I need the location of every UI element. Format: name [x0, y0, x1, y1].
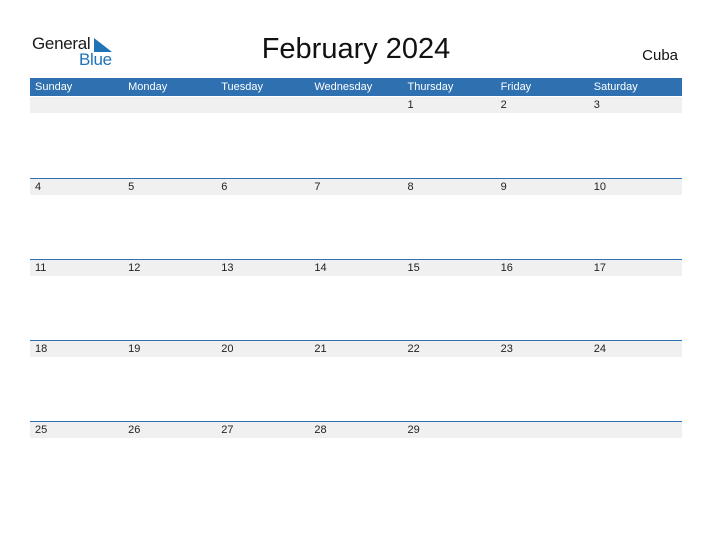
day-cell: 19: [128, 343, 141, 355]
day-cell: [30, 97, 123, 113]
week-row: 1 2 3: [30, 97, 682, 178]
day-cell: 13: [221, 262, 234, 274]
day-cell: 21: [314, 343, 327, 355]
day-cell: 22: [407, 343, 420, 355]
day-cell: 3: [593, 99, 600, 111]
day-cell: 11: [35, 262, 47, 274]
week-row: 4 5 6 7 8 9 10: [30, 178, 682, 259]
calendar-title: February 2024: [261, 33, 451, 65]
weekday-friday: Friday: [500, 81, 532, 93]
day-cell: [216, 97, 309, 113]
week-row: 25 26 27 28 29: [30, 421, 682, 502]
week-row: 18 19 20 21 22 23 24: [30, 340, 682, 421]
day-cell: 4: [35, 181, 42, 193]
day-cell: 18: [35, 343, 48, 355]
day-cell: 28: [314, 424, 327, 436]
day-cell: 1: [407, 99, 414, 111]
day-cell: 14: [314, 262, 327, 274]
day-cell: 29: [407, 424, 420, 436]
day-cell: 2: [500, 99, 507, 111]
date-strip: 18 19 20 21 22 23 24: [30, 340, 682, 357]
weekday-thursday: Thursday: [407, 81, 454, 93]
day-cell: 10: [593, 181, 606, 193]
day-cell: 6: [221, 181, 228, 193]
day-cell: 8: [407, 181, 414, 193]
day-cell: [496, 422, 589, 438]
day-cell: 7: [314, 181, 321, 193]
weekday-tuesday: Tuesday: [221, 81, 264, 93]
week-row: 11 12 13 14 15 16 17: [30, 259, 682, 340]
day-cell: 27: [221, 424, 234, 436]
day-cell: 16: [500, 262, 513, 274]
weekday-monday: Monday: [128, 81, 168, 93]
day-cell: 26: [128, 424, 141, 436]
day-cell: 5: [128, 181, 135, 193]
day-cell: [589, 422, 682, 438]
date-strip: 4 5 6 7 8 9 10: [30, 178, 682, 195]
date-strip: 11 12 13 14 15 16 17: [30, 259, 682, 276]
day-cell: 15: [407, 262, 420, 274]
weekday-saturday: Saturday: [593, 81, 638, 93]
day-cell: 12: [128, 262, 141, 274]
day-cell: [309, 97, 402, 113]
date-strip: 25 26 27 28 29: [30, 421, 682, 438]
day-cell: [123, 97, 216, 113]
day-cell: 23: [500, 343, 513, 355]
day-cell: 17: [593, 262, 606, 274]
day-cell: 24: [593, 343, 606, 355]
weekday-sunday: Sunday: [35, 81, 73, 93]
country-label: Cuba: [642, 47, 678, 64]
day-cell: 9: [500, 181, 507, 193]
date-strip: 1 2 3: [30, 97, 682, 113]
weekday-header: Sunday Monday Tuesday Wednesday Thursday…: [30, 78, 682, 96]
day-cell: 20: [221, 343, 234, 355]
day-cell: 25: [35, 424, 48, 436]
weekday-wednesday: Wednesday: [314, 81, 373, 93]
